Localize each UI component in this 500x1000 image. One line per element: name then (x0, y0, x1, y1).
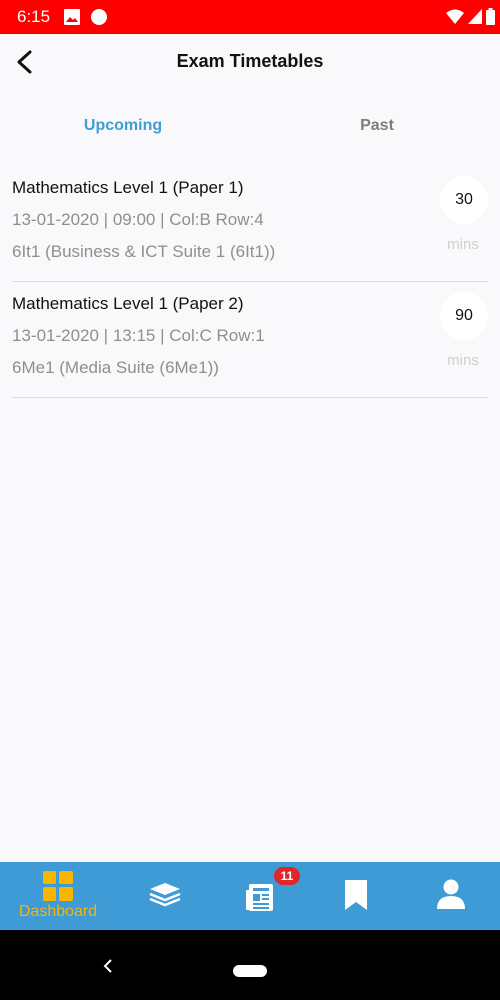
nav-dashboard[interactable]: Dashboard (0, 862, 116, 930)
battery-icon (486, 8, 495, 25)
tab-bar: Upcoming Past (0, 104, 500, 148)
tab-upcoming[interactable]: Upcoming (0, 104, 246, 148)
bottom-nav: Dashboard 11 (0, 862, 500, 930)
bookmark-icon (345, 880, 367, 910)
exam-room: 6Me1 (Media Suite (6Me1)) (12, 358, 219, 377)
signal-icon (468, 9, 482, 24)
nav-layers[interactable] (116, 862, 212, 930)
layers-icon (149, 883, 181, 907)
exam-row[interactable]: Mathematics Level 1 (Paper 1) 13-01-2020… (12, 166, 488, 282)
status-time: 6:15 (17, 7, 51, 26)
circle-icon (91, 9, 107, 25)
duration-unit: mins (447, 236, 479, 253)
exam-duration: 30 (440, 176, 488, 224)
status-bar: 6:15 (0, 0, 500, 34)
news-badge: 11 (274, 867, 300, 885)
nav-dashboard-label: Dashboard (18, 903, 98, 920)
tab-past[interactable]: Past (250, 104, 500, 148)
exam-list: Mathematics Level 1 (Paper 1) 13-01-2020… (12, 166, 488, 398)
exam-title: Mathematics Level 1 (Paper 2) (12, 294, 244, 313)
wifi-icon (446, 9, 464, 24)
person-icon (437, 879, 465, 909)
home-pill-icon[interactable] (233, 965, 267, 977)
exam-datetime-seat: 13-01-2020 | 13:15 | Col:C Row:1 (12, 326, 265, 345)
image-icon (64, 9, 80, 25)
exam-duration: 90 (440, 292, 488, 340)
newspaper-icon (246, 884, 273, 911)
system-back-icon[interactable] (100, 956, 116, 976)
app-bar: Exam Timetables (0, 34, 500, 90)
nav-bookmarks[interactable] (308, 862, 404, 930)
exam-row[interactable]: Mathematics Level 1 (Paper 2) 13-01-2020… (12, 282, 488, 398)
duration-unit: mins (447, 352, 479, 369)
exam-title: Mathematics Level 1 (Paper 1) (12, 178, 244, 197)
exam-room: 6It1 (Business & ICT Suite 1 (6It1)) (12, 242, 276, 261)
exam-datetime-seat: 13-01-2020 | 09:00 | Col:B Row:4 (12, 210, 264, 229)
dashboard-icon (43, 871, 73, 901)
nav-profile[interactable] (404, 862, 500, 930)
page-title: Exam Timetables (176, 51, 324, 71)
